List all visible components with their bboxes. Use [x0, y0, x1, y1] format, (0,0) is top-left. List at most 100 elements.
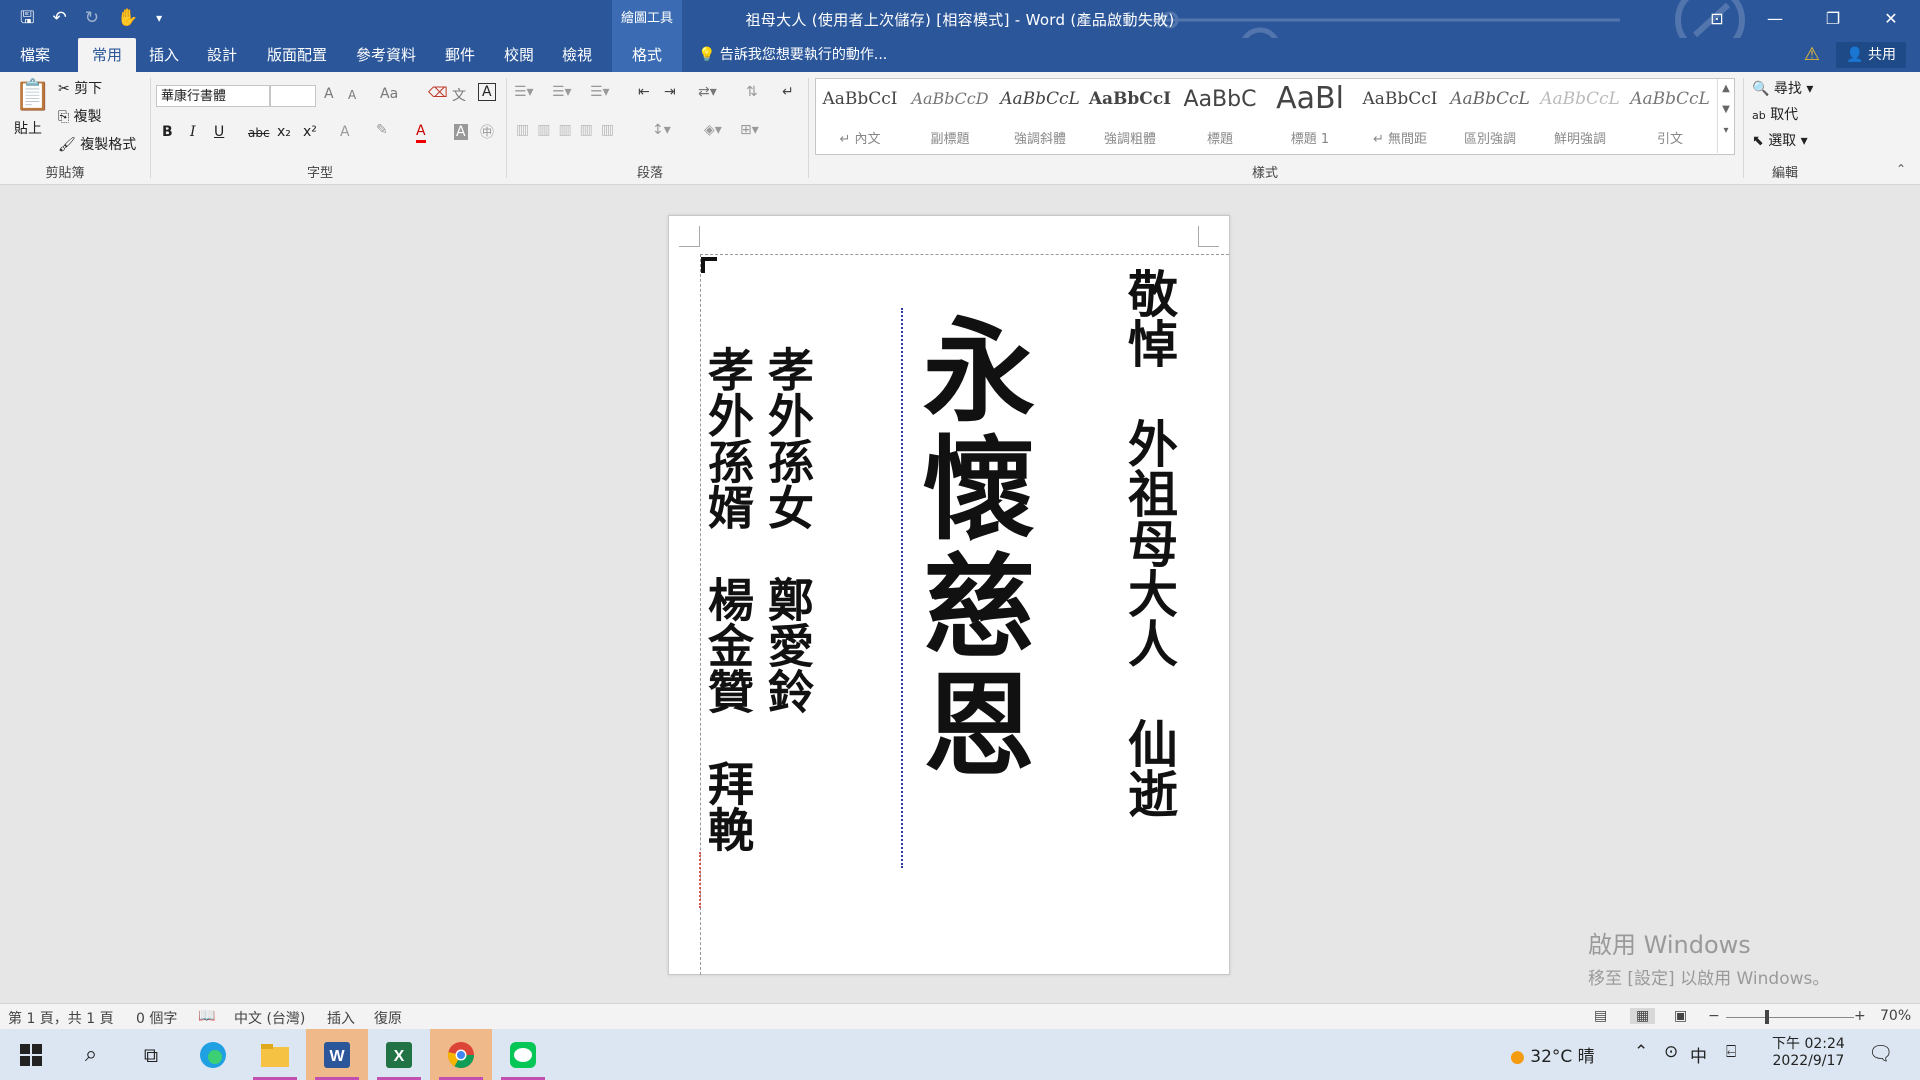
- superscript-button[interactable]: x²: [303, 124, 317, 140]
- start-button[interactable]: [0, 1029, 62, 1080]
- collapse-ribbon-icon[interactable]: ⌃: [1896, 162, 1906, 176]
- font-size-select[interactable]: [270, 85, 316, 107]
- font-name-select[interactable]: 華康行書體: [156, 85, 270, 107]
- excel-taskbar-icon[interactable]: X: [368, 1029, 430, 1080]
- align-buttons[interactable]: ▥▥▥▥▥: [516, 122, 622, 138]
- zoom-out-button[interactable]: −: [1708, 1008, 1720, 1024]
- char-border-icon[interactable]: A: [478, 83, 496, 101]
- insert-mode[interactable]: 插入: [327, 1008, 355, 1028]
- bullets-icon[interactable]: ☰▾: [514, 84, 534, 100]
- tab-design[interactable]: 設計: [203, 38, 241, 72]
- tray-expand-icon[interactable]: ⌃: [1634, 1042, 1648, 1062]
- mourner-granddaughter-column[interactable]: 孝外孫女 鄭愛鈴: [761, 346, 815, 714]
- network-icon[interactable]: ⊙: [1664, 1042, 1678, 1062]
- cut-button[interactable]: ✂ 剪下: [58, 78, 102, 98]
- task-view-icon[interactable]: ⧉: [120, 1029, 182, 1080]
- text-effects-icon[interactable]: A: [340, 124, 350, 140]
- tell-me-box[interactable]: 💡 告訴我您想要執行的動作...: [698, 38, 887, 72]
- gallery-scroll[interactable]: ▲ ▼ ▾: [1717, 79, 1734, 153]
- main-phrase-column[interactable]: 永懷慈恩: [904, 312, 1035, 784]
- mourner-grandson-in-law-column[interactable]: 孝外孫婿 楊金贊 拜輓: [701, 346, 755, 852]
- multilevel-list-icon[interactable]: ☰▾: [590, 84, 610, 100]
- find-button[interactable]: 🔍 尋找 ▾: [1752, 78, 1813, 98]
- tab-review[interactable]: 校閱: [500, 38, 538, 72]
- bold-button[interactable]: B: [162, 124, 173, 140]
- search-icon[interactable]: ⌕: [60, 1029, 122, 1080]
- shading-icon[interactable]: ◈▾: [704, 122, 722, 138]
- minimize-icon[interactable]: —: [1746, 0, 1804, 38]
- style-quote[interactable]: AaBbCcL 引文: [1626, 79, 1714, 153]
- zoom-in-button[interactable]: +: [1854, 1008, 1866, 1024]
- zoom-level[interactable]: 70%: [1880, 1008, 1911, 1024]
- show-marks-icon[interactable]: ↵: [782, 84, 794, 100]
- subscript-button[interactable]: x₂: [277, 124, 291, 140]
- style-title[interactable]: AaBbC 標題: [1176, 79, 1264, 153]
- increase-indent-icon[interactable]: ⇥: [664, 84, 676, 100]
- clear-format-icon[interactable]: ⌫: [428, 85, 448, 101]
- weather-widget[interactable]: ● 32°C 晴: [1510, 1042, 1595, 1067]
- style-strong[interactable]: AaBbCcI 強調粗體: [1086, 79, 1174, 153]
- tab-format[interactable]: 格式: [612, 38, 682, 72]
- zoom-slider-thumb[interactable]: [1765, 1010, 1769, 1024]
- borders-icon[interactable]: ⊞▾: [740, 122, 759, 138]
- change-case-button[interactable]: Aa: [380, 86, 398, 102]
- decrease-indent-icon[interactable]: ⇤: [638, 84, 650, 100]
- style-no-spacing[interactable]: AaBbCcI ↵ 無間距: [1356, 79, 1444, 153]
- style-heading1[interactable]: AaBl 標題 1: [1266, 79, 1354, 153]
- gallery-up-icon[interactable]: ▲: [1718, 83, 1734, 94]
- close-icon[interactable]: ✕: [1862, 0, 1920, 38]
- text-direction-icon[interactable]: ⇄▾: [698, 84, 717, 100]
- document-page[interactable]: 敬悼 外祖母大人 仙逝 永懷慈恩 孝外孫女 鄭愛鈴 孝外孫婿 楊金贊 拜輓: [668, 215, 1230, 975]
- phonetic-guide-icon[interactable]: 文: [452, 85, 466, 105]
- paste-button[interactable]: 貼上: [14, 118, 42, 138]
- tab-view[interactable]: 檢視: [558, 38, 596, 72]
- tab-layout[interactable]: 版面配置: [263, 38, 331, 72]
- word-count[interactable]: 0 個字: [136, 1008, 177, 1028]
- italic-button[interactable]: I: [190, 124, 196, 140]
- paste-icon[interactable]: 📋: [14, 78, 51, 113]
- ime-mode-icon[interactable]: ⍇: [1726, 1042, 1736, 1062]
- tab-file[interactable]: 檔案: [16, 38, 54, 72]
- sort-icon[interactable]: ⇅: [746, 84, 758, 100]
- grow-font-button[interactable]: A: [324, 86, 334, 102]
- print-layout-icon[interactable]: ▦: [1630, 1008, 1656, 1024]
- replace-button[interactable]: ab 取代: [1752, 104, 1798, 124]
- strikethrough-button[interactable]: abc: [248, 126, 270, 140]
- shrink-font-button[interactable]: A: [348, 88, 356, 102]
- tab-home[interactable]: 常用: [78, 38, 137, 72]
- page-count[interactable]: 第 1 頁，共 1 頁: [8, 1008, 114, 1028]
- word-taskbar-icon[interactable]: W: [306, 1029, 368, 1080]
- highlight-icon[interactable]: ✎: [376, 122, 388, 138]
- notification-icon[interactable]: 🗨: [1868, 1041, 1893, 1065]
- tab-references[interactable]: 參考資料: [352, 38, 420, 72]
- line-spacing-icon[interactable]: ↕▾: [652, 122, 671, 138]
- style-subtitle[interactable]: AaBbCcD 副標題: [906, 79, 994, 153]
- read-mode-icon[interactable]: ▤: [1594, 1008, 1607, 1024]
- zoom-slider[interactable]: [1726, 1017, 1854, 1018]
- warning-icon[interactable]: ⚠: [1804, 44, 1820, 65]
- style-intense-emphasis[interactable]: AaBbCcL 鮮明強調: [1536, 79, 1624, 153]
- file-explorer-icon[interactable]: [244, 1029, 306, 1080]
- recover-indicator[interactable]: 復原: [374, 1008, 402, 1028]
- select-button[interactable]: ⬉ 選取 ▾: [1752, 130, 1808, 150]
- numbering-icon[interactable]: ☰▾: [552, 84, 572, 100]
- tab-mailings[interactable]: 郵件: [441, 38, 479, 72]
- dedication-column[interactable]: 敬悼 外祖母大人 仙逝: [1119, 268, 1179, 818]
- language-indicator[interactable]: 中文 (台灣): [234, 1008, 305, 1028]
- format-painter-button[interactable]: 🖌 複製格式: [58, 134, 136, 154]
- underline-button[interactable]: U: [214, 124, 224, 140]
- copy-button[interactable]: ⎘ 複製: [58, 106, 102, 126]
- edge-icon[interactable]: [182, 1029, 244, 1080]
- share-button[interactable]: 👤 共用: [1836, 42, 1906, 68]
- char-shading-icon[interactable]: A: [454, 124, 468, 140]
- enclose-char-icon[interactable]: ㊥: [480, 122, 494, 142]
- gallery-down-icon[interactable]: ▼: [1718, 104, 1734, 115]
- font-color-icon[interactable]: A: [416, 122, 426, 143]
- restore-icon[interactable]: ❐: [1804, 0, 1862, 38]
- proofing-icon[interactable]: 📖: [198, 1008, 215, 1024]
- style-subtle-emphasis[interactable]: AaBbCcL 區別強調: [1446, 79, 1534, 153]
- chrome-taskbar-icon[interactable]: [430, 1029, 492, 1080]
- line-taskbar-icon[interactable]: [492, 1029, 554, 1080]
- ribbon-display-icon[interactable]: ⊡: [1688, 0, 1746, 38]
- web-layout-icon[interactable]: ▣: [1674, 1008, 1687, 1024]
